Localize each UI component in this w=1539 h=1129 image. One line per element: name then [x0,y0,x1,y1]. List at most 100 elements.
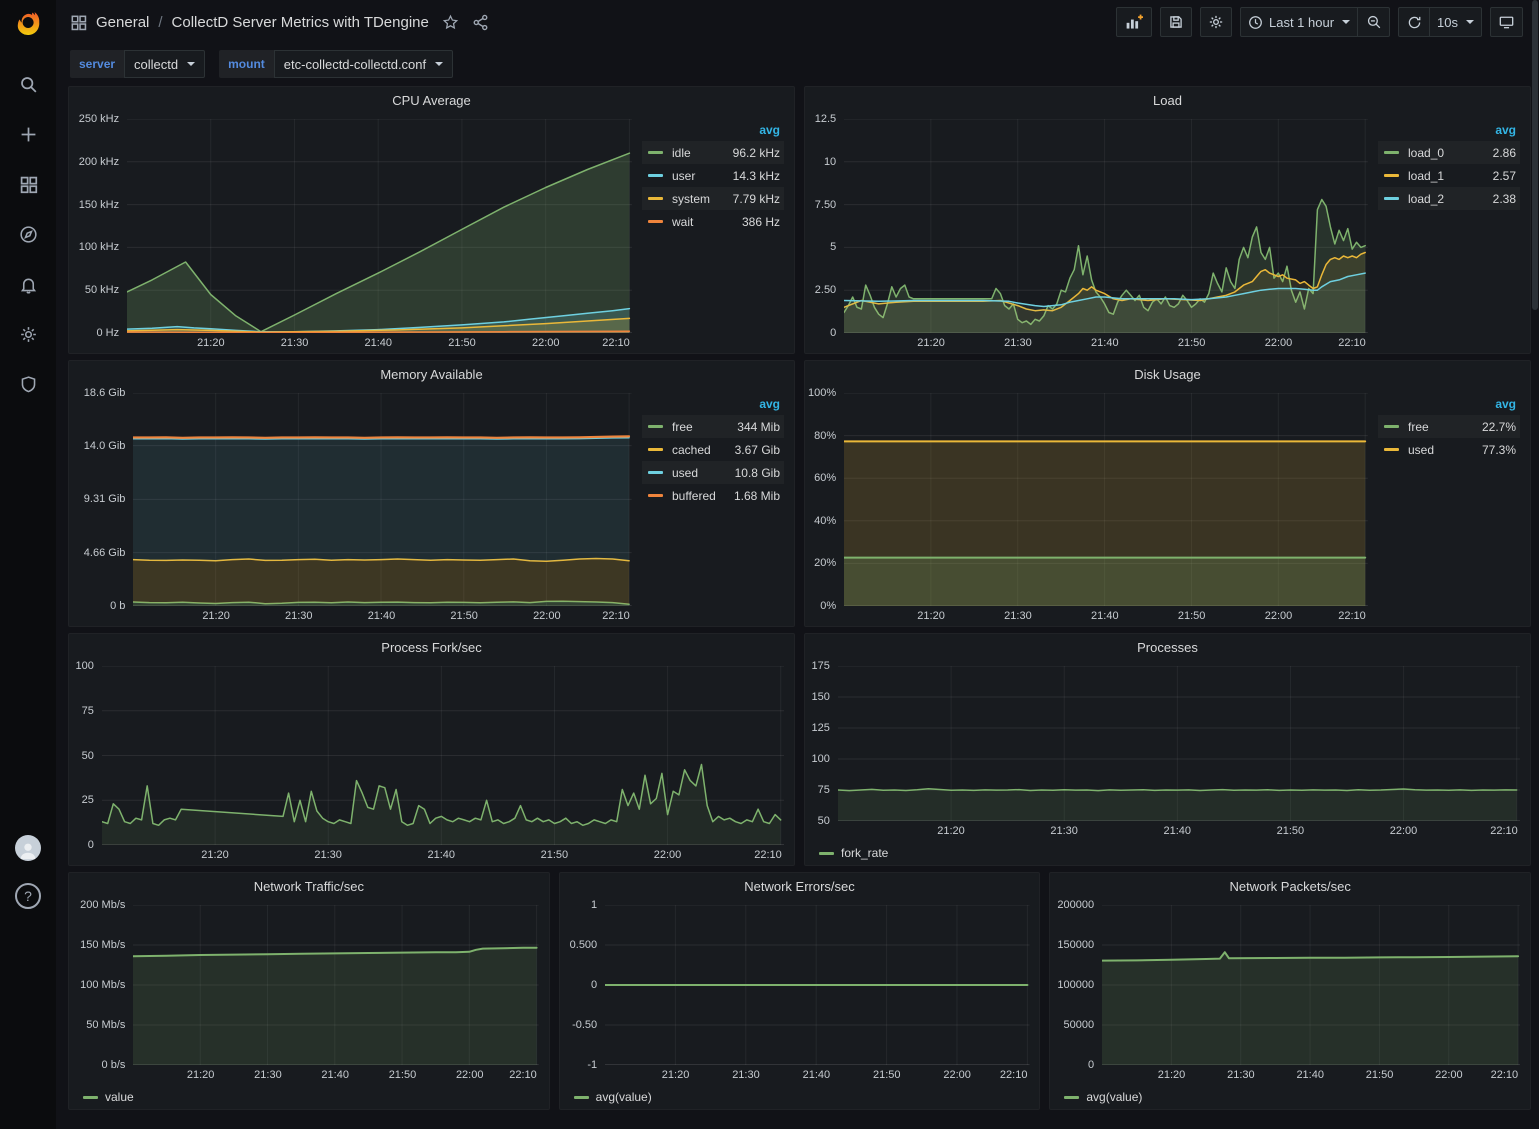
chart-network-traffic[interactable]: 0 b/s50 Mb/s100 Mb/s150 Mb/s200 Mb/s21:2… [69,899,549,1085]
panel-title-load[interactable]: Load [805,87,1530,113]
y-axis-tick-label: 150 kHz [69,199,119,211]
legend-item-load_0[interactable]: load_0 2.86 [1378,141,1520,164]
panel-title-processes[interactable]: Processes [805,634,1530,660]
save-dashboard-button[interactable] [1160,7,1192,37]
chart-disk-usage[interactable]: 0%20%40%60%80%100%21:2021:3021:4021:5022… [805,387,1378,626]
add-panel-button[interactable] [1116,7,1152,37]
help-icon[interactable]: ? [15,883,41,909]
cycle-view-mode-button[interactable] [1490,7,1523,37]
legend-item-cached[interactable]: cached 3.67 Gib [642,438,784,461]
legend-item-used[interactable]: used 10.8 Gib [642,461,784,484]
chart-plot[interactable] [844,119,1368,333]
dashboard-grid: CPU Average 0 Hz50 kHz100 kHz150 kHz200 … [56,84,1539,1110]
grafana-logo[interactable] [8,2,48,42]
chart-load[interactable]: 02.5057.501012.521:2021:3021:4021:5022:0… [805,113,1378,353]
legend-series-name: idle [672,146,691,160]
x-axis-tick-label: 21:40 [803,1069,831,1081]
legend-memory-available: avg free 344 Mib cached 3.67 Gib used 10… [642,387,794,626]
search-icon[interactable] [10,70,46,98]
panel-title-network-errors[interactable]: Network Errors/sec [560,873,1040,899]
variable-server-value[interactable]: collectd [124,50,205,78]
chart-network-errors[interactable]: -1-0.5000.500121:2021:3021:4021:5022:002… [560,899,1040,1085]
legend-item-system[interactable]: system 7.79 kHz [642,187,784,210]
chart-processes[interactable]: 507510012515017521:2021:3021:4021:5022:0… [805,660,1530,841]
time-range-picker[interactable]: Last 1 hour [1240,7,1358,37]
dashboard-settings-button[interactable] [1200,7,1232,37]
legend-series-name: free [672,420,693,434]
variable-mount-value[interactable]: etc-collectd-collectd.conf [274,50,453,78]
y-axis-tick-label: 200 Mb/s [69,899,125,911]
chart-plot[interactable] [1102,905,1520,1065]
y-axis-tick-label: 40% [805,515,836,527]
legend-item-value[interactable]: value [83,1090,134,1104]
panel-title-network-packets[interactable]: Network Packets/sec [1050,873,1530,899]
share-icon[interactable] [472,14,489,31]
chart-network-packets[interactable]: 05000010000015000020000021:2021:3021:402… [1050,899,1530,1085]
sidebar: ? [0,0,56,1129]
panel-title-network-traffic[interactable]: Network Traffic/sec [69,873,549,899]
legend-item-avg(value)[interactable]: avg(value) [1064,1090,1142,1104]
legend-item-buffered[interactable]: buffered 1.68 Mib [642,484,784,507]
dashboards-icon[interactable] [10,170,46,198]
legend-item-fork_rate[interactable]: fork_rate [819,846,888,860]
page-scrollbar[interactable] [1531,0,1539,1129]
legend-item-avg(value)[interactable]: avg(value) [574,1090,652,1104]
legend-item-free[interactable]: free 344 Mib [642,415,784,438]
explore-compass-icon[interactable] [10,220,46,248]
legend-item-used[interactable]: used 77.3% [1378,438,1520,461]
chart-plot[interactable] [102,666,784,845]
chart-plot[interactable] [127,119,632,333]
legend-item-wait[interactable]: wait 386 Hz [642,210,784,233]
chart-plot[interactable] [133,905,539,1065]
legend-series-avg: 14.3 kHz [733,169,780,183]
refresh-button[interactable] [1398,7,1430,37]
legend-series-color [648,494,663,497]
alerting-bell-icon[interactable] [10,270,46,298]
panel-title-disk-usage[interactable]: Disk Usage [805,361,1530,387]
breadcrumb-separator: / [158,14,162,31]
chart-plot[interactable] [838,666,1520,821]
chart-plot[interactable] [605,905,1030,1065]
x-axis-tick-label: 21:20 [187,1069,215,1081]
legend-item-free[interactable]: free 22.7% [1378,415,1520,438]
legend-item-load_2[interactable]: load_2 2.38 [1378,187,1520,210]
x-axis-tick-label: 21:30 [314,849,342,861]
chart-cpu-average[interactable]: 0 Hz50 kHz100 kHz150 kHz200 kHz250 kHz21… [69,113,642,353]
scrollbar-thumb[interactable] [1532,0,1538,310]
configuration-gear-icon[interactable] [10,320,46,348]
legend-item-user[interactable]: user 14.3 kHz [642,164,784,187]
page-title[interactable]: CollectD Server Metrics with TDengine [172,14,429,31]
y-axis-tick-label: 9.31 Gib [69,493,125,505]
zoom-out-button[interactable] [1358,7,1390,37]
chart-plot[interactable] [844,393,1368,606]
legend-series-color [648,425,663,428]
x-axis-tick-label: 21:20 [1158,1069,1186,1081]
y-axis-tick-label: 100000 [1050,979,1094,991]
legend-series-avg: 3.67 Gib [735,443,780,457]
star-icon[interactable] [442,14,459,31]
panel-title-cpu-average[interactable]: CPU Average [69,87,794,113]
panel-network-packets: Network Packets/sec 05000010000015000020… [1049,872,1531,1110]
legend-series-color [648,197,663,200]
chart-process-fork[interactable]: 025507510021:2021:3021:4021:5022:0022:10 [69,660,794,865]
admin-shield-icon[interactable] [10,370,46,398]
refresh-interval-picker[interactable]: 10s [1430,7,1482,37]
legend-load: avg load_0 2.86 load_1 2.57 load_2 2.38 [1378,113,1530,353]
x-axis-tick-label: 21:50 [448,337,476,349]
plus-icon[interactable] [10,120,46,148]
legend-item-load_1[interactable]: load_1 2.57 [1378,164,1520,187]
x-axis-tick-label: 22:00 [456,1069,484,1081]
x-axis-tick-label: 21:40 [1091,610,1119,622]
avatar[interactable] [15,835,41,861]
breadcrumb-folder[interactable]: General [96,14,149,31]
chevron-down-icon [1342,20,1350,24]
panel-process-fork: Process Fork/sec 025507510021:2021:3021:… [68,633,795,866]
panel-title-process-fork[interactable]: Process Fork/sec [69,634,794,660]
panel-title-memory[interactable]: Memory Available [69,361,794,387]
x-axis-tick-label: 21:50 [1178,610,1206,622]
x-axis-tick-label: 22:00 [654,849,682,861]
y-axis-tick-label: 150 Mb/s [69,939,125,951]
legend-item-idle[interactable]: idle 96.2 kHz [642,141,784,164]
chart-memory-available[interactable]: 0 b4.66 Gib9.31 Gib14.0 Gib18.6 Gib21:20… [69,387,642,626]
chart-plot[interactable] [133,393,632,606]
